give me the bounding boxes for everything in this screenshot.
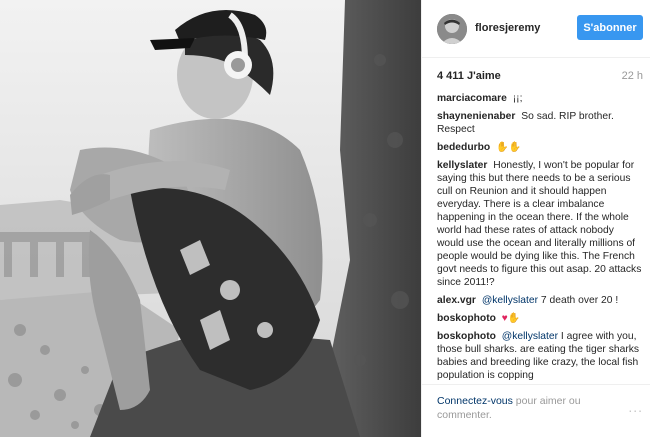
follow-button[interactable]: S'abonner <box>577 15 643 40</box>
avatar[interactable] <box>437 14 467 44</box>
comment-username[interactable]: kellyslater <box>437 160 487 171</box>
comment: bededurbo ✋✋ <box>437 141 642 154</box>
post-footer: Connectez-vous pour aimer ou commenter. … <box>422 384 650 437</box>
instagram-post: floresjeremy S'abonner 4 411 J'aime 22 h… <box>0 0 650 437</box>
raised-hands-icon: ✋✋ <box>496 142 521 153</box>
login-prompt: Connectez-vous pour aimer ou commenter. <box>437 394 607 422</box>
post-timestamp[interactable]: 22 h <box>622 70 643 82</box>
username-link[interactable]: floresjeremy <box>475 22 540 34</box>
avatar-image-icon <box>437 14 467 44</box>
comment-username[interactable]: boskophoto <box>437 331 496 342</box>
comment-username[interactable]: alex.vgr <box>437 295 476 306</box>
comment-text: ¡¡; <box>512 93 523 104</box>
post-sidebar: floresjeremy S'abonner 4 411 J'aime 22 h… <box>421 0 650 437</box>
comment: shaynenienaber So sad. RIP brother. Resp… <box>437 110 642 136</box>
comment-mention-link[interactable]: @kellyslater <box>482 295 538 306</box>
likes-count[interactable]: 4 411 J'aime <box>437 70 501 82</box>
comment-username[interactable]: shaynenienaber <box>437 111 515 122</box>
comment: kellyslater Honestly, I won't be popular… <box>437 159 642 289</box>
comment-mention-link[interactable]: @kellyslater <box>502 331 558 342</box>
comment: marciacomare ¡¡; <box>437 92 642 105</box>
post-photo[interactable] <box>0 0 421 437</box>
comment: alex.vgr @kellyslater 7 death over 20 ! <box>437 294 642 307</box>
comment-text: Honestly, I won't be popular for saying … <box>437 160 642 288</box>
comments-list[interactable]: marciacomare ¡¡; shaynenienaber So sad. … <box>437 92 642 384</box>
comment: boskophoto @kellyslater I agree with you… <box>437 330 642 382</box>
heart-and-hands-icon: ♥✋ <box>501 313 521 324</box>
comment-username[interactable]: bededurbo <box>437 142 490 153</box>
comment: boskophoto ♥✋ <box>437 312 642 325</box>
login-link[interactable]: Connectez-vous <box>437 395 513 407</box>
comment-username[interactable]: marciacomare <box>437 93 507 104</box>
more-options-icon[interactable]: ... <box>628 399 643 415</box>
surfer-photo-illustration <box>0 0 421 437</box>
post-stats: 4 411 J'aime 22 h <box>422 58 650 88</box>
comment-username[interactable]: boskophoto <box>437 313 496 324</box>
post-header: floresjeremy S'abonner <box>422 0 650 58</box>
comment-text: 7 death over 20 ! <box>540 295 619 306</box>
